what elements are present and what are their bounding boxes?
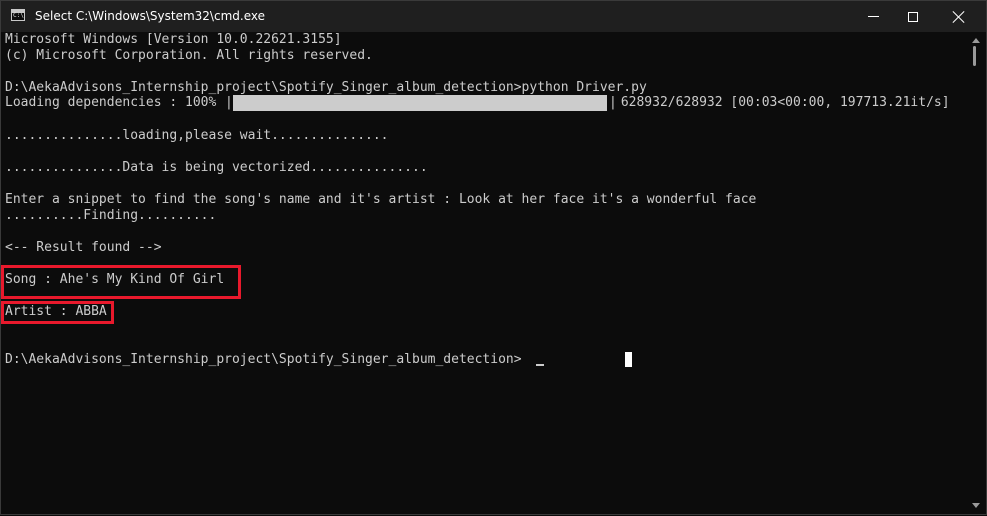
vectorize-line: ...............Data is being vectorized.… xyxy=(5,160,428,175)
maximize-icon xyxy=(908,11,918,22)
text-cursor xyxy=(536,364,544,366)
close-icon xyxy=(953,11,965,23)
loading-label: Loading dependencies : 100% xyxy=(5,95,217,110)
cmd-icon: C:\ xyxy=(11,9,25,21)
version-line: Microsoft Windows [Version 10.0.22621.31… xyxy=(5,32,342,47)
scroll-down-icon[interactable] xyxy=(972,503,980,508)
minimize-icon xyxy=(867,16,879,17)
copyright-line: (c) Microsoft Corporation. All rights re… xyxy=(5,48,373,63)
song-highlight-box xyxy=(1,265,241,299)
loading-wait-line: ...............loading,please wait......… xyxy=(5,128,389,143)
command-line: D:\AekaAdvisons_Internship_project\Spoti… xyxy=(5,80,647,95)
vertical-scrollbar[interactable] xyxy=(967,32,987,516)
scroll-up-icon[interactable] xyxy=(972,38,980,43)
progress-bar xyxy=(233,95,607,111)
console-output[interactable]: Microsoft Windows [Version 10.0.22621.31… xyxy=(1,32,960,516)
block-cursor xyxy=(625,352,632,367)
window-title: Select C:\Windows\System32\cmd.exe xyxy=(35,9,265,23)
close-button[interactable] xyxy=(936,1,982,32)
maximize-button[interactable] xyxy=(890,1,936,32)
title-bar[interactable]: C:\ Select C:\Windows\System32\cmd.exe xyxy=(1,1,986,32)
progress-pipe-left: | xyxy=(225,95,233,110)
finding-line: ..........Finding.......... xyxy=(5,208,217,223)
prompt-line: D:\AekaAdvisons_Internship_project\Spoti… xyxy=(5,352,522,367)
progress-stats: 628932/628932 [00:03<00:00, 197713.21it/… xyxy=(613,95,950,110)
result-found-line: <-- Result found --> xyxy=(5,240,162,255)
scroll-thumb[interactable] xyxy=(973,46,976,66)
cmd-window: C:\ Select C:\Windows\System32\cmd.exe M… xyxy=(0,0,987,515)
artist-highlight-box xyxy=(1,301,114,324)
snippet-prompt-line: Enter a snippet to find the song's name … xyxy=(5,192,757,207)
